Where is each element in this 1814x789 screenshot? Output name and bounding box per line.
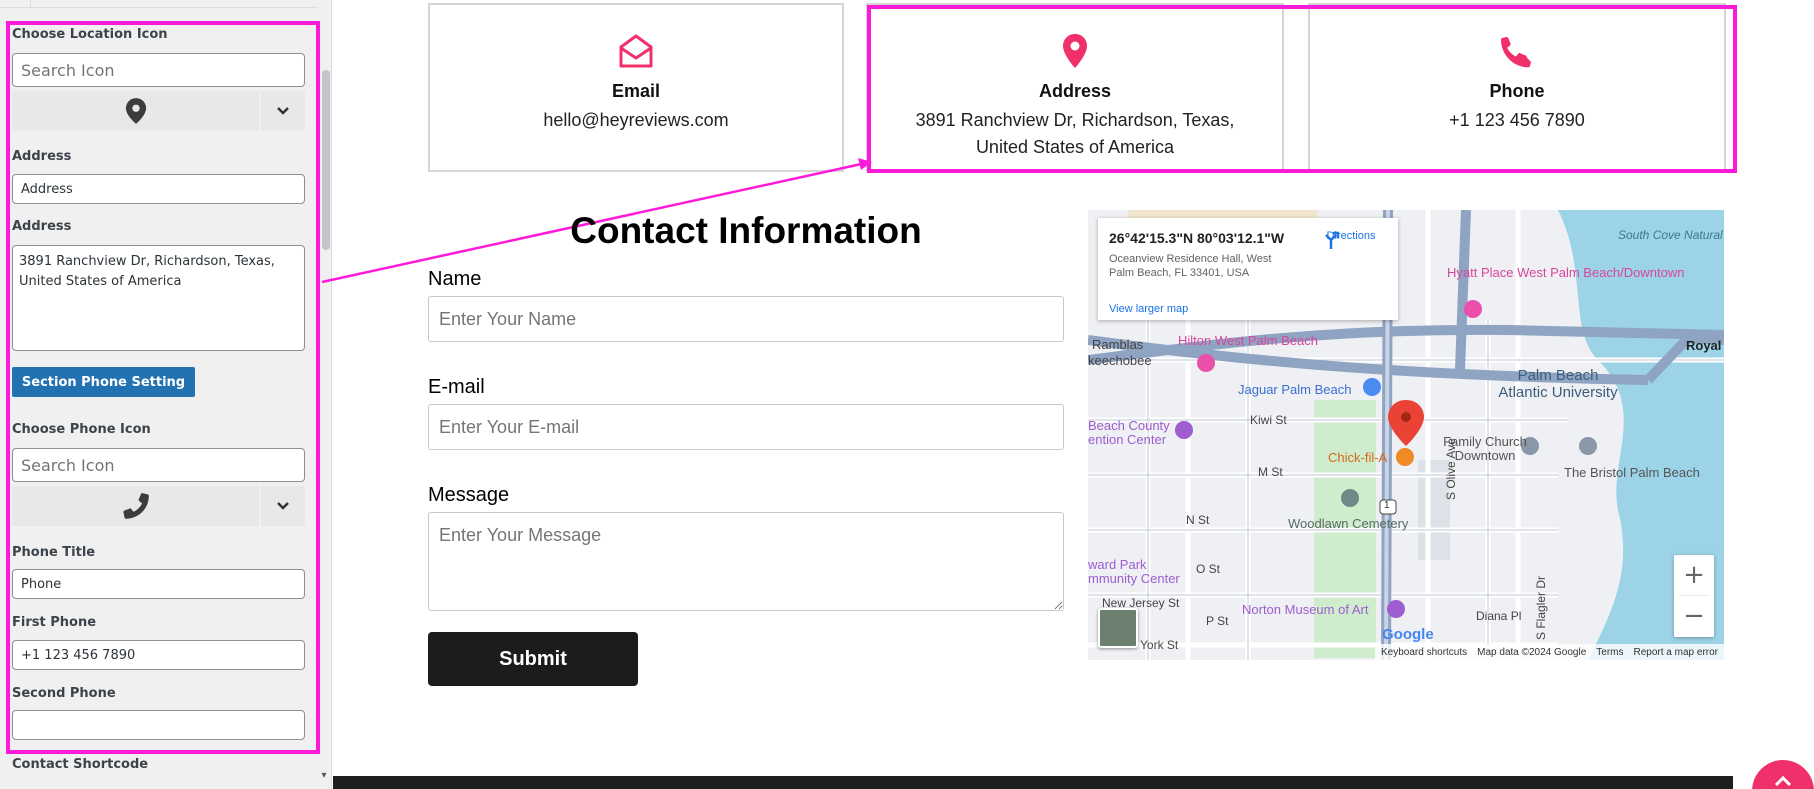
map-label-jaguar: Jaguar Palm Beach xyxy=(1238,382,1352,397)
map-label-beach-county: Beach County xyxy=(1088,418,1170,433)
envelope-open-icon xyxy=(619,34,653,68)
directions-icon xyxy=(1325,231,1340,249)
map-label-convention: ention Center xyxy=(1088,432,1167,447)
map-label-pba: Palm Beach Atlantic University xyxy=(1498,367,1618,401)
zoom-in-button[interactable]: + xyxy=(1674,555,1714,595)
email-card: Email hello@heyreviews.com xyxy=(428,3,844,172)
map-label-hilton: Hilton West Palm Beach xyxy=(1178,333,1318,348)
name-input[interactable] xyxy=(428,296,1064,342)
map-info-card: 26°42'15.3"N 80°03'12.1"W Oceanview Resi… xyxy=(1098,218,1398,320)
email-input[interactable] xyxy=(428,404,1064,450)
email-card-text: hello@heyreviews.com xyxy=(543,110,729,130)
message-label: Message xyxy=(428,484,510,506)
map-label-m-st: M St xyxy=(1258,465,1283,479)
view-larger-map-link[interactable]: View larger map xyxy=(1109,303,1188,315)
map-label-norton: Norton Museum of Art xyxy=(1242,602,1369,617)
page-root: Choose Location Icon Address Address 389… xyxy=(0,0,1814,789)
map-label-n-st: N St xyxy=(1186,513,1210,527)
map-label-hyatt: Hyatt Place West Palm Beach/Downtown xyxy=(1447,265,1685,280)
map-label-diana: Diana Pl xyxy=(1476,609,1522,623)
map-label-york: York St xyxy=(1140,638,1179,652)
panel-topbar xyxy=(0,0,318,8)
footer-strip xyxy=(333,776,1733,789)
map-label-south-cove: South Cove Natural Area xyxy=(1618,228,1724,242)
map-label-woodlawn: Woodlawn Cemetery xyxy=(1288,516,1409,531)
directions-button[interactable]: Directions xyxy=(1321,230,1381,249)
panel-scrollbar[interactable] xyxy=(322,70,330,250)
map-label-ward-park: ward Park xyxy=(1088,557,1147,572)
message-textarea[interactable] xyxy=(428,512,1064,611)
map-coordinates: 26°42'15.3"N 80°03'12.1"W xyxy=(1109,230,1285,246)
contact-shortcode-label: Contact Shortcode xyxy=(12,757,149,772)
zoom-out-button[interactable]: − xyxy=(1674,596,1714,636)
form-title: Contact Information xyxy=(570,210,922,251)
map-data-text: Map data ©2024 Google xyxy=(1477,646,1587,658)
scroll-down-arrow[interactable]: ▾ xyxy=(318,770,330,782)
keyboard-shortcuts-link[interactable]: Keyboard shortcuts xyxy=(1381,647,1467,658)
map-label-royal-park: Royal P xyxy=(1686,338,1724,353)
submit-button[interactable]: Submit xyxy=(428,632,638,686)
terms-link[interactable]: Terms xyxy=(1596,647,1623,658)
map-label-s-olive: S Olive Ave xyxy=(1444,438,1458,500)
zoom-controls: + − xyxy=(1674,555,1714,637)
map-address: Oceanview Residence Hall, West Palm Beac… xyxy=(1109,253,1272,279)
email-label: E-mail xyxy=(428,376,485,398)
google-map[interactable]: Hyatt Place West Palm Beach/Downtown Sou… xyxy=(1088,210,1724,660)
email-card-title: Email xyxy=(611,81,661,101)
map-footer: Keyboard shortcuts Map data ©2024 Google… xyxy=(1374,644,1724,660)
map-label-kiwi: Kiwi St xyxy=(1250,413,1287,427)
map-label-community: mmunity Center xyxy=(1088,571,1180,586)
map-label-o-st: O St xyxy=(1196,562,1221,576)
map-label-p-st: P St xyxy=(1206,614,1229,628)
map-label-ramblas: Ramblas xyxy=(1092,337,1144,352)
map-label-chickfila: Chick-fil-A xyxy=(1328,450,1388,465)
chevron-up-icon xyxy=(1774,775,1792,787)
google-logo: Google xyxy=(1382,626,1434,643)
map-label-s-flagler: S Flagler Dr xyxy=(1534,575,1548,640)
map-route-shield: 1 xyxy=(1384,500,1390,511)
customizer-panel: Choose Location Icon Address Address 389… xyxy=(0,0,332,789)
highlight-box-cards xyxy=(867,5,1737,173)
highlight-box-panel xyxy=(6,21,320,754)
report-map-error-link[interactable]: Report a map error xyxy=(1634,647,1718,658)
name-label: Name xyxy=(428,268,482,290)
map-label-keechobee: keechobee xyxy=(1088,353,1152,368)
satellite-toggle[interactable] xyxy=(1098,608,1138,648)
map-label-bristol: The Bristol Palm Beach xyxy=(1564,465,1700,480)
scroll-to-top-button[interactable] xyxy=(1752,760,1814,789)
